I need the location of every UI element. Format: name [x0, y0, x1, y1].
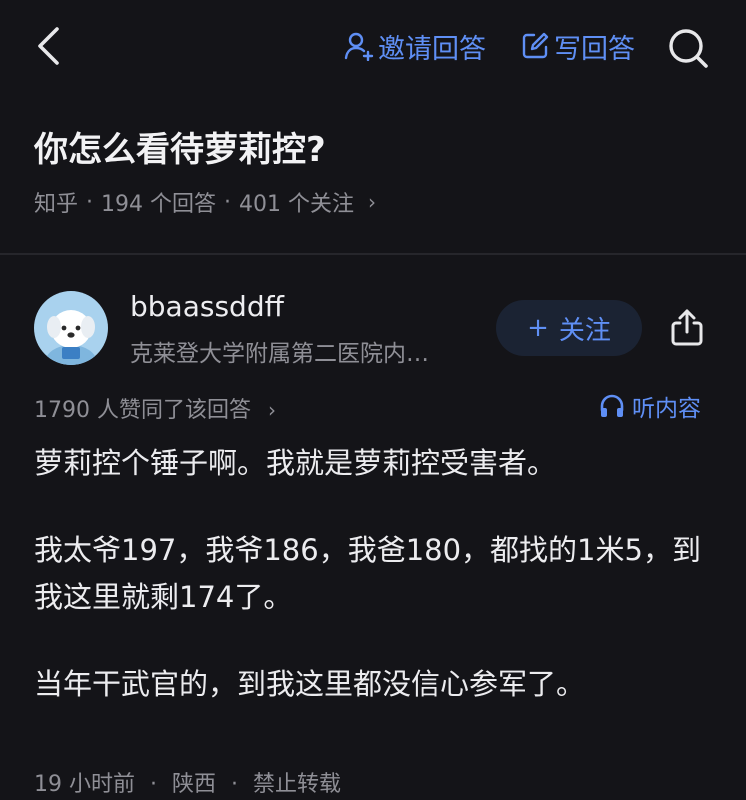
plus-icon: +: [527, 313, 549, 343]
search-button[interactable]: [664, 24, 712, 72]
listen-label: 听内容: [632, 396, 701, 422]
answer-location: 陕西: [172, 772, 217, 797]
listen-button[interactable]: 听内容: [598, 390, 701, 422]
invite-answer-label: 邀请回答: [378, 33, 486, 65]
invite-answer-button[interactable]: 邀请回答: [344, 26, 486, 66]
author-name[interactable]: bbaassddff: [130, 290, 284, 323]
meta-separator: ·: [224, 189, 232, 215]
question-title[interactable]: 你怎么看待萝莉控?: [34, 122, 326, 171]
answer-paragraph: 当年干武官的，到我这里都没信心参军了。: [34, 667, 586, 701]
headphones-icon: [600, 394, 624, 417]
meta-separator: ·: [86, 189, 94, 215]
meta-separator: ·: [150, 772, 157, 797]
chevron-right-icon: ›: [267, 398, 276, 422]
question-meta[interactable]: 知乎 · 194 个回答 · 401 个关注 ›: [34, 186, 376, 218]
follow-label: 关注: [558, 315, 611, 346]
avatar[interactable]: [34, 291, 108, 365]
author-bio: 克莱登大学附属第二医院内…: [130, 341, 429, 367]
share-button[interactable]: [664, 304, 710, 350]
answer-content: 萝莉控个锤子啊。我就是萝莉控受害者。 我太爷197，我爷186，我爸180，都找…: [34, 440, 724, 748]
back-button[interactable]: [26, 24, 70, 68]
write-answer-button[interactable]: 写回答: [520, 26, 635, 66]
write-answer-label: 写回答: [554, 33, 635, 65]
likes-text: 1790 人赞同了该回答: [34, 398, 251, 423]
search-icon: [669, 29, 708, 68]
copyright-notice: 禁止转载: [253, 772, 342, 797]
chevron-right-icon: ›: [368, 190, 377, 214]
share-icon: [671, 309, 703, 346]
answer-time: 19 小时前: [34, 772, 135, 797]
chevron-left-icon: [38, 27, 59, 65]
meta-separator: ·: [231, 772, 239, 797]
answer-paragraph: 我太爷197，我爷186，我爸180，都找的1米5，到我这里就剩174了。: [34, 533, 701, 614]
edit-icon: [522, 32, 549, 59]
top-navigation-bar: 邀请回答 写回答: [0, 0, 746, 92]
answers-count: 194 个回答: [101, 192, 217, 217]
section-divider: [0, 253, 746, 255]
author-avatar-icon: [34, 291, 108, 365]
answer-footer: 19 小时前 · 陕西 · 禁止转载: [34, 766, 341, 798]
followers-count: 401 个关注: [239, 192, 355, 217]
question-source: 知乎: [34, 192, 79, 217]
follow-button[interactable]: + 关注: [496, 300, 642, 356]
person-add-icon: [344, 32, 374, 61]
likes-summary[interactable]: 1790 人赞同了该回答 ›: [34, 392, 276, 424]
answer-paragraph: 萝莉控个锤子啊。我就是萝莉控受害者。: [34, 446, 557, 480]
